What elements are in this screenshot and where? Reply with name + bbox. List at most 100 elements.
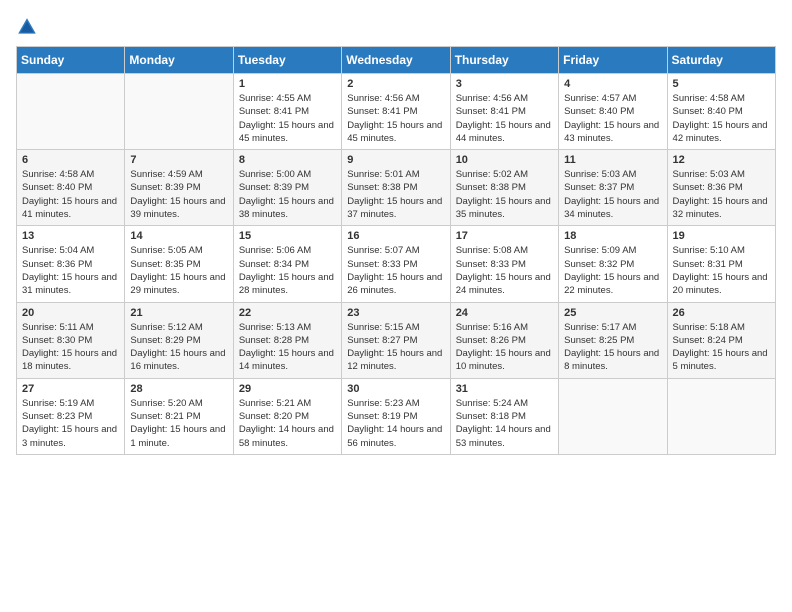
day-info: Sunrise: 4:58 AM Sunset: 8:40 PM Dayligh… <box>22 168 119 221</box>
day-number: 5 <box>673 78 770 90</box>
weekday-header: Monday <box>125 47 233 74</box>
day-number: 7 <box>130 154 227 166</box>
calendar-day-cell: 18Sunrise: 5:09 AM Sunset: 8:32 PM Dayli… <box>559 226 667 302</box>
calendar-day-cell: 1 Sunrise: 4:55 AM Sunset: 8:41 PM Daylig… <box>233 74 341 150</box>
day-number: 23 <box>347 307 444 319</box>
calendar-day-cell: 4 Sunrise: 4:57 AM Sunset: 8:40 PM Daylig… <box>559 74 667 150</box>
day-info: Sunrise: 5:19 AM Sunset: 8:23 PM Dayligh… <box>22 397 119 450</box>
weekday-header: Friday <box>559 47 667 74</box>
calendar-day-cell: 31Sunrise: 5:24 AM Sunset: 8:18 PM Dayli… <box>450 378 558 454</box>
day-info: Sunrise: 5:01 AM Sunset: 8:38 PM Dayligh… <box>347 168 444 221</box>
calendar-day-cell: 16Sunrise: 5:07 AM Sunset: 8:33 PM Dayli… <box>342 226 450 302</box>
day-info: Sunrise: 4:58 AM Sunset: 8:40 PM Dayligh… <box>673 92 770 145</box>
calendar-day-cell: 12 Sunrise: 5:03 AM Sunset: 8:36 PM Dayli… <box>667 150 775 226</box>
calendar-day-cell: 19 Sunrise: 5:10 AM Sunset: 8:31 PM Dayli… <box>667 226 775 302</box>
calendar-day-cell <box>559 378 667 454</box>
day-info: Sunrise: 5:17 AM Sunset: 8:25 PM Dayligh… <box>564 321 661 374</box>
day-number: 2 <box>347 78 444 90</box>
day-info: Sunrise: 5:06 AM Sunset: 8:34 PM Dayligh… <box>239 244 336 297</box>
weekday-header: Tuesday <box>233 47 341 74</box>
day-info: Sunrise: 5:23 AM Sunset: 8:19 PM Dayligh… <box>347 397 444 450</box>
calendar-day-cell: 7 Sunrise: 4:59 AM Sunset: 8:39 PM Daylig… <box>125 150 233 226</box>
day-info: Sunrise: 5:20 AM Sunset: 8:21 PM Dayligh… <box>130 397 227 450</box>
day-number: 4 <box>564 78 661 90</box>
calendar-day-cell: 30 Sunrise: 5:23 AM Sunset: 8:19 PM Dayli… <box>342 378 450 454</box>
calendar-week-row: 1 Sunrise: 4:55 AM Sunset: 8:41 PM Daylig… <box>17 74 776 150</box>
day-number: 12 <box>673 154 770 166</box>
day-number: 8 <box>239 154 336 166</box>
calendar-day-cell: 9Sunrise: 5:01 AM Sunset: 8:38 PM Daylig… <box>342 150 450 226</box>
logo <box>16 16 42 38</box>
page-header <box>16 16 776 38</box>
weekday-header: Thursday <box>450 47 558 74</box>
day-info: Sunrise: 5:10 AM Sunset: 8:31 PM Dayligh… <box>673 244 770 297</box>
day-info: Sunrise: 5:02 AM Sunset: 8:38 PM Dayligh… <box>456 168 553 221</box>
day-number: 14 <box>130 230 227 242</box>
day-info: Sunrise: 5:00 AM Sunset: 8:39 PM Dayligh… <box>239 168 336 221</box>
day-info: Sunrise: 4:55 AM Sunset: 8:41 PM Dayligh… <box>239 92 336 145</box>
day-number: 6 <box>22 154 119 166</box>
day-number: 21 <box>130 307 227 319</box>
calendar-day-cell <box>125 74 233 150</box>
day-number: 11 <box>564 154 661 166</box>
day-number: 3 <box>456 78 553 90</box>
day-number: 17 <box>456 230 553 242</box>
calendar-day-cell: 29 Sunrise: 5:21 AM Sunset: 8:20 PM Dayli… <box>233 378 341 454</box>
calendar-week-row: 13 Sunrise: 5:04 AM Sunset: 8:36 PM Dayli… <box>17 226 776 302</box>
calendar-day-cell: 20Sunrise: 5:11 AM Sunset: 8:30 PM Dayli… <box>17 302 125 378</box>
day-info: Sunrise: 5:08 AM Sunset: 8:33 PM Dayligh… <box>456 244 553 297</box>
day-info: Sunrise: 4:56 AM Sunset: 8:41 PM Dayligh… <box>456 92 553 145</box>
calendar-day-cell: 2 Sunrise: 4:56 AM Sunset: 8:41 PM Daylig… <box>342 74 450 150</box>
day-info: Sunrise: 5:03 AM Sunset: 8:36 PM Dayligh… <box>673 168 770 221</box>
day-info: Sunrise: 5:18 AM Sunset: 8:24 PM Dayligh… <box>673 321 770 374</box>
calendar-day-cell: 15 Sunrise: 5:06 AM Sunset: 8:34 PM Dayli… <box>233 226 341 302</box>
day-number: 30 <box>347 383 444 395</box>
weekday-header: Sunday <box>17 47 125 74</box>
day-info: Sunrise: 4:59 AM Sunset: 8:39 PM Dayligh… <box>130 168 227 221</box>
day-info: Sunrise: 4:56 AM Sunset: 8:41 PM Dayligh… <box>347 92 444 145</box>
calendar-day-cell: 3 Sunrise: 4:56 AM Sunset: 8:41 PM Daylig… <box>450 74 558 150</box>
day-info: Sunrise: 5:15 AM Sunset: 8:27 PM Dayligh… <box>347 321 444 374</box>
day-info: Sunrise: 5:21 AM Sunset: 8:20 PM Dayligh… <box>239 397 336 450</box>
calendar-week-row: 6 Sunrise: 4:58 AM Sunset: 8:40 PM Daylig… <box>17 150 776 226</box>
calendar-day-cell: 6 Sunrise: 4:58 AM Sunset: 8:40 PM Daylig… <box>17 150 125 226</box>
calendar-day-cell <box>17 74 125 150</box>
calendar-day-cell: 25 Sunrise: 5:17 AM Sunset: 8:25 PM Dayli… <box>559 302 667 378</box>
day-number: 22 <box>239 307 336 319</box>
day-info: Sunrise: 5:12 AM Sunset: 8:29 PM Dayligh… <box>130 321 227 374</box>
day-info: Sunrise: 5:07 AM Sunset: 8:33 PM Dayligh… <box>347 244 444 297</box>
day-number: 19 <box>673 230 770 242</box>
day-info: Sunrise: 5:05 AM Sunset: 8:35 PM Dayligh… <box>130 244 227 297</box>
day-info: Sunrise: 4:57 AM Sunset: 8:40 PM Dayligh… <box>564 92 661 145</box>
calendar-table: SundayMondayTuesdayWednesdayThursdayFrid… <box>16 46 776 455</box>
calendar-day-cell: 17 Sunrise: 5:08 AM Sunset: 8:33 PM Dayli… <box>450 226 558 302</box>
weekday-header: Wednesday <box>342 47 450 74</box>
calendar-day-cell: 8 Sunrise: 5:00 AM Sunset: 8:39 PM Daylig… <box>233 150 341 226</box>
calendar-day-cell: 26 Sunrise: 5:18 AM Sunset: 8:24 PM Dayli… <box>667 302 775 378</box>
day-number: 24 <box>456 307 553 319</box>
calendar-day-cell: 28Sunrise: 5:20 AM Sunset: 8:21 PM Dayli… <box>125 378 233 454</box>
day-number: 15 <box>239 230 336 242</box>
calendar-day-cell <box>667 378 775 454</box>
calendar-day-cell: 11 Sunrise: 5:03 AM Sunset: 8:37 PM Dayli… <box>559 150 667 226</box>
day-number: 10 <box>456 154 553 166</box>
day-info: Sunrise: 5:11 AM Sunset: 8:30 PM Dayligh… <box>22 321 119 374</box>
day-number: 26 <box>673 307 770 319</box>
calendar-day-cell: 21 Sunrise: 5:12 AM Sunset: 8:29 PM Dayli… <box>125 302 233 378</box>
calendar-day-cell: 13 Sunrise: 5:04 AM Sunset: 8:36 PM Dayli… <box>17 226 125 302</box>
calendar-header-row: SundayMondayTuesdayWednesdayThursdayFrid… <box>17 47 776 74</box>
calendar-day-cell: 27Sunrise: 5:19 AM Sunset: 8:23 PM Dayli… <box>17 378 125 454</box>
day-number: 13 <box>22 230 119 242</box>
calendar-day-cell: 5 Sunrise: 4:58 AM Sunset: 8:40 PM Daylig… <box>667 74 775 150</box>
day-number: 1 <box>239 78 336 90</box>
day-info: Sunrise: 5:04 AM Sunset: 8:36 PM Dayligh… <box>22 244 119 297</box>
day-info: Sunrise: 5:03 AM Sunset: 8:37 PM Dayligh… <box>564 168 661 221</box>
day-info: Sunrise: 5:09 AM Sunset: 8:32 PM Dayligh… <box>564 244 661 297</box>
calendar-day-cell: 22Sunrise: 5:13 AM Sunset: 8:28 PM Dayli… <box>233 302 341 378</box>
day-number: 29 <box>239 383 336 395</box>
day-number: 25 <box>564 307 661 319</box>
calendar-day-cell: 14 Sunrise: 5:05 AM Sunset: 8:35 PM Dayli… <box>125 226 233 302</box>
calendar-day-cell: 10 Sunrise: 5:02 AM Sunset: 8:38 PM Dayli… <box>450 150 558 226</box>
logo-icon <box>16 16 38 38</box>
weekday-header: Saturday <box>667 47 775 74</box>
